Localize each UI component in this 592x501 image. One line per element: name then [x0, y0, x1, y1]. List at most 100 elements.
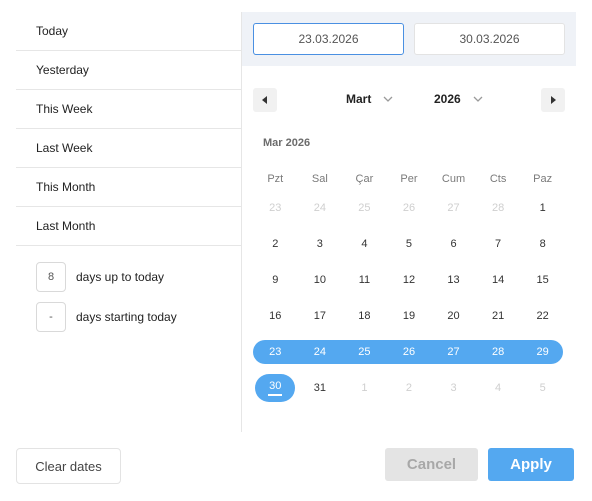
- next-month-button[interactable]: [541, 88, 565, 112]
- day-number: 11: [358, 274, 371, 286]
- day-number: 27: [447, 202, 460, 214]
- day-number: 8: [539, 238, 546, 250]
- day-number: 15: [536, 274, 549, 286]
- day-cell[interactable]: 4: [342, 226, 387, 262]
- day-number: 3: [316, 238, 323, 250]
- day-cell[interactable]: 6: [431, 226, 476, 262]
- weekday-label: Çar: [355, 173, 374, 185]
- weekday-label: Cts: [489, 173, 507, 185]
- day-number: 25: [358, 346, 371, 358]
- day-cell-outside-month[interactable]: 28: [476, 190, 521, 226]
- range-last-month[interactable]: Last Month: [16, 207, 241, 246]
- day-cell-in-range[interactable]: 28: [476, 334, 521, 370]
- day-cell[interactable]: 31: [298, 370, 343, 406]
- year-select[interactable]: 2026: [434, 92, 483, 106]
- day-cell[interactable]: 9: [253, 262, 298, 298]
- day-cell[interactable]: 10: [298, 262, 343, 298]
- weekday-label: Sal: [311, 173, 328, 185]
- day-number: 26: [402, 346, 416, 358]
- calendar-week: 9 10 11 12 13 14 15: [253, 262, 565, 298]
- day-cell[interactable]: 1: [520, 190, 565, 226]
- day-number: 24: [313, 346, 326, 358]
- days-starting-today-label: days starting today: [76, 310, 177, 324]
- month-select[interactable]: Mart: [346, 92, 393, 106]
- cancel-button[interactable]: Cancel: [385, 448, 478, 481]
- date-range-picker: Today Yesterday This Week Last Week This…: [0, 0, 592, 501]
- day-cell-outside-month[interactable]: 24: [298, 190, 343, 226]
- end-date-input[interactable]: [414, 23, 565, 55]
- day-cell[interactable]: 18: [342, 298, 387, 334]
- day-cell[interactable]: 15: [520, 262, 565, 298]
- day-cell[interactable]: 3: [298, 226, 343, 262]
- preset-ranges: Today Yesterday This Week Last Week This…: [16, 12, 241, 246]
- day-cell[interactable]: 12: [387, 262, 432, 298]
- day-cell[interactable]: 2: [253, 226, 298, 262]
- range-this-week[interactable]: This Week: [16, 90, 241, 129]
- day-cell[interactable]: 19: [387, 298, 432, 334]
- day-cell-in-range[interactable]: 27: [431, 334, 476, 370]
- weekday-label: Paz: [533, 173, 553, 185]
- day-number: 7: [495, 238, 502, 250]
- clear-dates-button[interactable]: Clear dates: [16, 448, 121, 484]
- day-number: 4: [361, 238, 368, 250]
- day-cell-outside-month[interactable]: 27: [431, 190, 476, 226]
- day-cell[interactable]: 13: [431, 262, 476, 298]
- range-label: Yesterday: [36, 63, 89, 77]
- calendar-week: 30 31 1 2 3 4 5: [253, 370, 565, 406]
- prev-month-button[interactable]: [253, 88, 277, 112]
- day-cell-outside-month[interactable]: 1: [342, 370, 387, 406]
- range-this-month[interactable]: This Month: [16, 168, 241, 207]
- day-cell[interactable]: 8: [520, 226, 565, 262]
- day-cell[interactable]: 20: [431, 298, 476, 334]
- calendar-week: 23 24 25 26 27 28 1: [253, 190, 565, 226]
- date-inputs-bar: [242, 12, 576, 66]
- month-caption: Mar 2026: [263, 137, 311, 149]
- day-number: 1: [539, 202, 546, 214]
- day-number: 1: [361, 382, 368, 394]
- day-cell-outside-month[interactable]: 25: [342, 190, 387, 226]
- day-number: 16: [269, 310, 282, 322]
- day-cell[interactable]: 22: [520, 298, 565, 334]
- day-cell-in-range[interactable]: 24: [298, 334, 343, 370]
- day-cell-in-range[interactable]: 23: [253, 334, 298, 370]
- days-up-to-today-input[interactable]: 8: [36, 262, 66, 292]
- range-label: Last Month: [36, 219, 96, 233]
- day-cell[interactable]: 17: [298, 298, 343, 334]
- day-number: 26: [402, 202, 416, 214]
- month-select-value: Mart: [346, 92, 372, 106]
- days-starting-today-input[interactable]: -: [36, 302, 66, 332]
- selected-day-marker: 30: [255, 374, 296, 402]
- day-cell-outside-month[interactable]: 4: [476, 370, 521, 406]
- day-number: 13: [447, 274, 460, 286]
- range-today[interactable]: Today: [16, 12, 241, 51]
- day-number: 5: [539, 382, 546, 394]
- day-cell-outside-month[interactable]: 2: [387, 370, 432, 406]
- apply-button[interactable]: Apply: [488, 448, 574, 481]
- day-cell[interactable]: 11: [342, 262, 387, 298]
- day-cell-outside-month[interactable]: 23: [253, 190, 298, 226]
- day-cell-outside-month[interactable]: 26: [387, 190, 432, 226]
- day-cell[interactable]: 7: [476, 226, 521, 262]
- calendar-panel: Mart 2026 Mar 2026 Pzt Sal Çar Per Cum C…: [241, 12, 576, 432]
- day-cell-in-range[interactable]: 26: [387, 334, 432, 370]
- caret-right-icon: [551, 96, 556, 104]
- day-cell-in-range[interactable]: 29: [520, 334, 565, 370]
- day-cell-outside-month[interactable]: 3: [431, 370, 476, 406]
- day-cell[interactable]: 21: [476, 298, 521, 334]
- start-date-input[interactable]: [253, 23, 404, 55]
- day-cell-in-range[interactable]: 25: [342, 334, 387, 370]
- day-cell[interactable]: 14: [476, 262, 521, 298]
- day-cell[interactable]: 16: [253, 298, 298, 334]
- day-number: 23: [269, 346, 282, 358]
- caret-left-icon: [262, 96, 267, 104]
- day-number: 12: [402, 274, 416, 286]
- day-number: 2: [272, 238, 279, 250]
- today-underline: [268, 394, 283, 396]
- day-number: 21: [491, 310, 505, 322]
- range-last-week[interactable]: Last Week: [16, 129, 241, 168]
- day-number: 17: [313, 310, 326, 322]
- day-cell-selected[interactable]: 30: [253, 370, 298, 406]
- day-cell-outside-month[interactable]: 5: [520, 370, 565, 406]
- range-yesterday[interactable]: Yesterday: [16, 51, 241, 90]
- day-cell[interactable]: 5: [387, 226, 432, 262]
